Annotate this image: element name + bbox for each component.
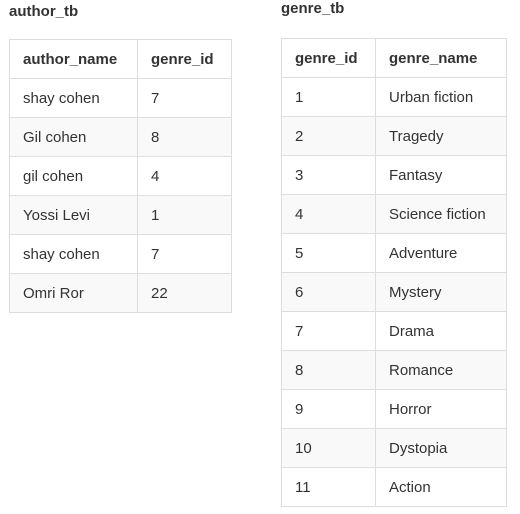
table-cell: Tragedy — [375, 116, 507, 156]
table-cell: 11 — [281, 467, 376, 507]
table-cell: Science fiction — [375, 194, 507, 234]
table-row: 9 Horror — [281, 389, 507, 429]
table-cell: 1 — [281, 77, 376, 117]
column-header: author_name — [9, 39, 138, 79]
column-header: genre_name — [375, 38, 507, 78]
table-cell: Horror — [375, 389, 507, 429]
table-row: 11 Action — [281, 467, 507, 507]
author-table: author_name genre_id shay cohen 7 Gil cohe… — [9, 39, 232, 313]
table-row: 10 Dystopia — [281, 428, 507, 468]
table-row: Yossi Levi 1 — [9, 195, 232, 235]
table-cell: 5 — [281, 233, 376, 273]
author-table-title: author_tb — [9, 3, 79, 20]
table-cell: Mystery — [375, 272, 507, 312]
table-cell: 1 — [137, 195, 232, 235]
table-cell: Adventure — [375, 233, 507, 273]
table-cell: 4 — [137, 156, 232, 196]
table-row: shay cohen 7 — [9, 234, 232, 274]
column-header: genre_id — [281, 38, 376, 78]
table-cell: Yossi Levi — [9, 195, 138, 235]
table-cell: Action — [375, 467, 507, 507]
column-header: genre_id — [137, 39, 232, 79]
table-cell: 10 — [281, 428, 376, 468]
table-cell: 8 — [137, 117, 232, 157]
genre-table: genre_id genre_name 1 Urban fiction 2 Trage… — [281, 38, 507, 507]
genre-table-title: genre_tb — [281, 0, 345, 17]
table-cell: 2 — [281, 116, 376, 156]
table-cell: 7 — [137, 234, 232, 274]
table-cell: 8 — [281, 350, 376, 390]
table-cell: Gil cohen — [9, 117, 138, 157]
table-cell: Omri Ror — [9, 273, 138, 313]
table-row: 7 Drama — [281, 311, 507, 351]
table-cell: Dystopia — [375, 428, 507, 468]
header-row: author_name genre_id — [9, 39, 232, 79]
table-cell: shay cohen — [9, 234, 138, 274]
table-cell: Romance — [375, 350, 507, 390]
table-cell: Urban fiction — [375, 77, 507, 117]
table-cell: gil cohen — [9, 156, 138, 196]
table-cell: shay cohen — [9, 78, 138, 118]
table-cell: 3 — [281, 155, 376, 195]
table-cell: 7 — [137, 78, 232, 118]
table-row: 1 Urban fiction — [281, 77, 507, 117]
header-row: genre_id genre_name — [281, 38, 507, 78]
table-row: 2 Tragedy — [281, 116, 507, 156]
table-cell: 6 — [281, 272, 376, 312]
table-cell: 7 — [281, 311, 376, 351]
table-row: shay cohen 7 — [9, 78, 232, 118]
table-cell: 9 — [281, 389, 376, 429]
table-row: 5 Adventure — [281, 233, 507, 273]
table-row: 3 Fantasy — [281, 155, 507, 195]
table-row: 4 Science fiction — [281, 194, 507, 234]
table-cell: 4 — [281, 194, 376, 234]
table-row: Gil cohen 8 — [9, 117, 232, 157]
table-cell: Fantasy — [375, 155, 507, 195]
table-cell: Drama — [375, 311, 507, 351]
table-row: 8 Romance — [281, 350, 507, 390]
table-row: 6 Mystery — [281, 272, 507, 312]
table-cell: 22 — [137, 273, 232, 313]
table-row: gil cohen 4 — [9, 156, 232, 196]
table-row: Omri Ror 22 — [9, 273, 232, 313]
